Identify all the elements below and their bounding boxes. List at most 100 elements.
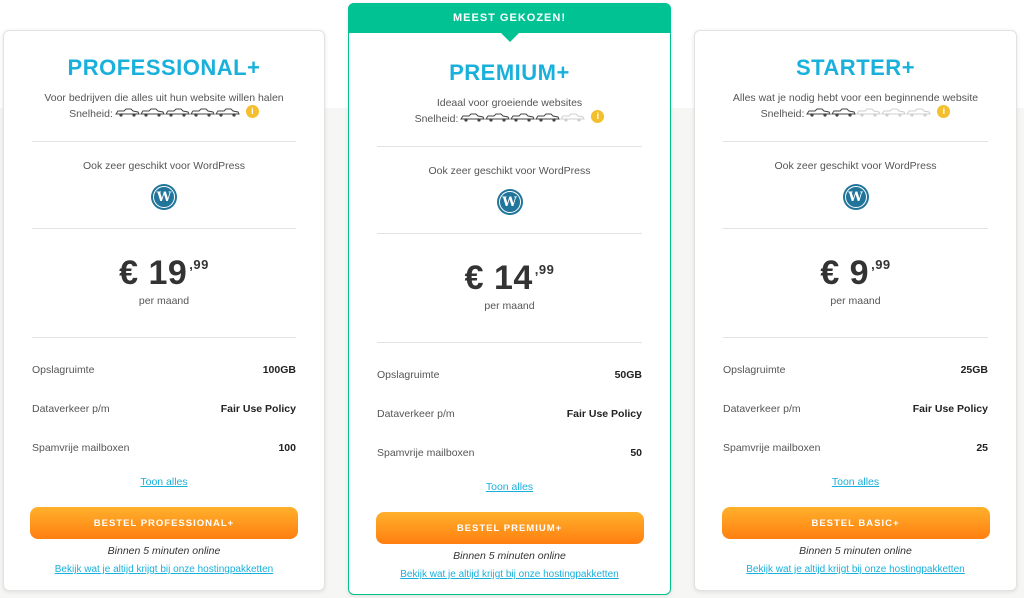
price-section: € 19 ,99 per maand xyxy=(4,229,324,337)
plan-tagline: Ideaal voor groeiende websites xyxy=(436,97,583,109)
toon-alles-link[interactable]: Toon alles xyxy=(4,476,324,488)
plan-title: PREMIUM+ xyxy=(449,60,570,85)
race-car-icon xyxy=(881,108,907,117)
spec-value: Fair Use Policy xyxy=(912,402,988,415)
spec-row-storage: Opslagruimte 50GB xyxy=(377,355,642,394)
speed-cars xyxy=(114,108,240,120)
price-period: per maand xyxy=(830,295,881,307)
spec-label: Dataverkeer p/m xyxy=(377,407,455,420)
order-premium-button[interactable]: BESTEL PREMIUM+ xyxy=(375,512,644,544)
spec-label: Spamvrije mailboxen xyxy=(377,446,475,459)
price-main: € 9 xyxy=(820,254,870,292)
wordpress-text: Ook zeer geschikt voor WordPress xyxy=(428,165,591,177)
spec-label: Spamvrije mailboxen xyxy=(723,441,821,454)
divider xyxy=(32,337,296,338)
order-basic-button[interactable]: BESTEL BASIC+ xyxy=(721,507,990,539)
spec-list: Opslagruimte 100GB Dataverkeer p/m Fair … xyxy=(4,350,324,467)
speed-rating: Snelheid: i xyxy=(4,104,324,120)
price-section: € 14 ,99 per maand xyxy=(349,234,670,342)
race-car-icon xyxy=(114,108,140,117)
plan-title: PROFESSIONAL+ xyxy=(67,55,261,80)
plan-tagline: Voor bedrijven die alles uit hun website… xyxy=(44,92,284,104)
online-note: Binnen 5 minuten online xyxy=(453,550,566,562)
spec-row-mailboxes: Spamvrije mailboxen 25 xyxy=(723,428,988,467)
spec-value: 25 xyxy=(976,441,988,454)
speed-cars xyxy=(806,108,932,120)
wordpress-section: Ook zeer geschikt voor WordPress W xyxy=(4,142,324,228)
wordpress-text: Ook zeer geschikt voor WordPress xyxy=(82,160,246,172)
race-car-icon xyxy=(139,108,165,117)
spec-value: 100 xyxy=(278,441,296,454)
spec-value: 50GB xyxy=(614,368,642,381)
race-car-icon xyxy=(535,113,561,122)
race-car-icon xyxy=(485,113,511,122)
plan-card-professional: PROFESSIONAL+ Voor bedrijven die alles u… xyxy=(3,30,325,591)
info-icon[interactable]: i xyxy=(245,104,259,118)
wordpress-logo-icon: W xyxy=(496,189,523,215)
hosting-info-link[interactable]: Bekijk wat je altijd krijgt bij onze hos… xyxy=(4,564,324,575)
spec-row-storage: Opslagruimte 25GB xyxy=(723,350,988,389)
speed-cars xyxy=(460,113,586,125)
speed-rating: Snelheid: i xyxy=(695,104,1016,120)
plan-title: STARTER+ xyxy=(795,55,916,80)
online-note: Binnen 5 minuten online xyxy=(799,545,912,557)
plan-card-premium: MEEST GEKOZEN! PREMIUM+ Ideaal voor groe… xyxy=(348,3,671,595)
wordpress-section: Ook zeer geschikt voor WordPress W xyxy=(695,142,1016,228)
speed-label: Snelheid: xyxy=(414,113,459,125)
spec-value: Fair Use Policy xyxy=(566,407,642,420)
race-car-icon xyxy=(806,108,832,117)
spec-label: Opslagruimte xyxy=(723,363,786,376)
price: € 9 ,99 xyxy=(820,254,890,293)
spec-label: Opslagruimte xyxy=(32,363,95,376)
speed-label: Snelheid: xyxy=(760,108,805,120)
spec-label: Spamvrije mailboxen xyxy=(32,441,130,454)
wordpress-logo-icon: W xyxy=(842,184,869,210)
price-period: per maand xyxy=(484,300,535,312)
race-car-icon xyxy=(510,113,536,122)
spec-row-mailboxes: Spamvrije mailboxen 100 xyxy=(32,428,296,467)
price-cents: ,99 xyxy=(189,257,209,272)
race-car-icon xyxy=(460,113,486,122)
spec-list: Opslagruimte 50GB Dataverkeer p/m Fair U… xyxy=(349,355,670,472)
wordpress-logo-icon: W xyxy=(151,184,177,210)
spec-row-mailboxes: Spamvrije mailboxen 50 xyxy=(377,433,642,472)
spec-row-traffic: Dataverkeer p/m Fair Use Policy xyxy=(32,389,296,428)
race-car-icon xyxy=(164,108,190,117)
race-car-icon xyxy=(831,108,857,117)
race-car-icon xyxy=(189,108,215,117)
wordpress-text: Ook zeer geschikt voor WordPress xyxy=(774,160,937,172)
hosting-info-link[interactable]: Bekijk wat je altijd krijgt bij onze hos… xyxy=(349,569,670,580)
price: € 19 ,99 xyxy=(119,254,209,293)
price-main: € 19 xyxy=(119,254,188,292)
price-cents: ,99 xyxy=(534,262,555,277)
info-icon[interactable]: i xyxy=(591,109,605,123)
race-car-icon xyxy=(856,108,882,117)
speed-label: Snelheid: xyxy=(69,108,113,120)
race-car-icon xyxy=(906,108,932,117)
spec-row-storage: Opslagruimte 100GB xyxy=(32,350,296,389)
price-section: € 9 ,99 per maand xyxy=(695,229,1016,337)
spec-list: Opslagruimte 25GB Dataverkeer p/m Fair U… xyxy=(695,350,1016,467)
divider xyxy=(723,337,988,338)
plan-card-starter: STARTER+ Alles wat je nodig hebt voor ee… xyxy=(694,30,1017,591)
online-note: Binnen 5 minuten online xyxy=(107,545,221,557)
price-main: € 14 xyxy=(464,259,533,297)
hosting-info-link[interactable]: Bekijk wat je altijd krijgt bij onze hos… xyxy=(695,564,1016,575)
toon-alles-link[interactable]: Toon alles xyxy=(349,481,670,493)
toon-alles-link[interactable]: Toon alles xyxy=(695,476,1016,488)
spec-value: Fair Use Policy xyxy=(220,402,296,415)
price-cents: ,99 xyxy=(871,257,891,272)
spec-row-traffic: Dataverkeer p/m Fair Use Policy xyxy=(377,394,642,433)
price-period: per maand xyxy=(138,295,190,307)
order-professional-button[interactable]: BESTEL PROFESSIONAL+ xyxy=(30,507,298,539)
price: € 14 ,99 xyxy=(465,259,555,298)
info-icon[interactable]: i xyxy=(937,104,951,118)
spec-value: 50 xyxy=(630,446,642,459)
spec-value: 100GB xyxy=(262,363,296,376)
race-car-icon xyxy=(214,108,240,117)
spec-value: 25GB xyxy=(960,363,988,376)
speed-rating: Snelheid: i xyxy=(349,109,670,125)
spec-row-traffic: Dataverkeer p/m Fair Use Policy xyxy=(723,389,988,428)
wordpress-section: Ook zeer geschikt voor WordPress W xyxy=(349,147,670,233)
most-chosen-ribbon: MEEST GEKOZEN! xyxy=(348,3,671,33)
